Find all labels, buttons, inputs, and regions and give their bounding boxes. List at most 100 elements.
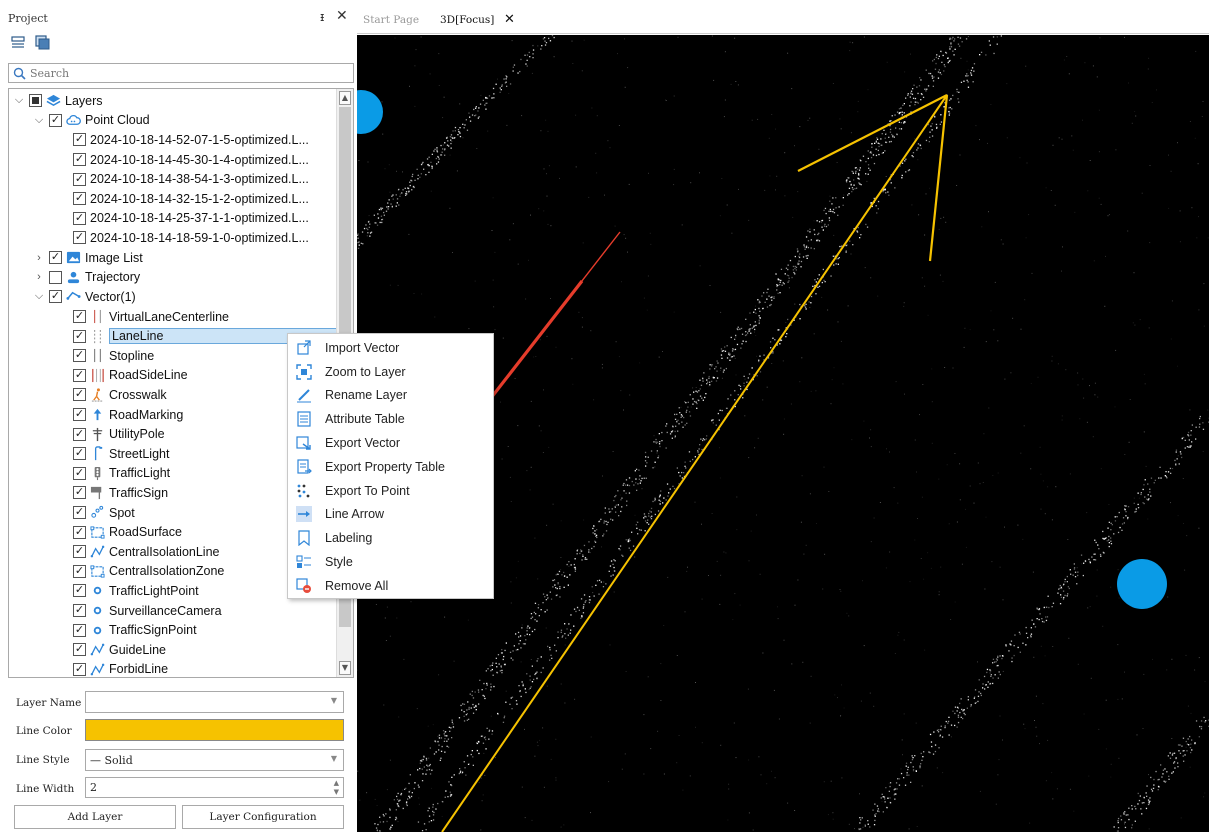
tree-node-vector[interactable]: ⌵ ✓ Vector(1)	[33, 287, 136, 307]
blue-marker-left[interactable]	[357, 90, 383, 134]
vector-layer-item[interactable]: ✓ RoadMarking	[73, 405, 183, 425]
vector-layer-item[interactable]: ✓ RoadSurface	[73, 522, 182, 542]
tree-root-layers[interactable]: ⌵ Layers	[13, 91, 103, 111]
pin-icon[interactable]: ᵻ	[320, 10, 324, 24]
item-checkbox[interactable]: ✓	[73, 192, 86, 206]
vector-layer-item[interactable]: ✓ VirtualLaneCenterline	[73, 307, 229, 327]
vector-layer-item[interactable]: ✓ CentralIsolationZone	[73, 562, 224, 582]
point-cloud-item[interactable]: ✓ 2024-10-18-14-32-15-1-2-optimized.L...	[73, 189, 309, 209]
search-input[interactable]: Search	[8, 63, 354, 83]
collapse-chevron-icon[interactable]: ⌵	[33, 290, 45, 303]
vector-layer-item[interactable]: ✓ ForbidLine	[73, 660, 169, 677]
point-cloud-item[interactable]: ✓ 2024-10-18-14-25-37-1-1-optimized.L...	[73, 209, 309, 229]
tree-label: ForbidLine	[109, 662, 169, 677]
expand-chevron-icon[interactable]: ›	[33, 252, 45, 264]
vector-layer-item[interactable]: ✓ Spot	[73, 503, 135, 523]
menu-item-line-arrow[interactable]: Line Arrow	[288, 503, 493, 527]
point-cloud-item[interactable]: ✓ 2024-10-18-14-52-07-1-5-optimized.L...	[73, 130, 309, 150]
item-checkbox[interactable]: ✓	[73, 231, 86, 245]
menu-item-zoom-to-layer[interactable]: Zoom to Layer	[288, 360, 493, 384]
item-checkbox[interactable]: ✓	[73, 310, 86, 324]
spin-arrows-icon[interactable]: ▲ ▼	[334, 779, 339, 797]
scroll-up-icon[interactable]: ▲	[339, 91, 351, 105]
vector-layer-item[interactable]: ✓ Stopline	[73, 346, 154, 366]
vector-layer-item[interactable]: ✓ TrafficSign	[73, 483, 168, 503]
menu-item-export-property-table[interactable]: Export Property Table	[288, 455, 493, 479]
item-checkbox[interactable]: ✓	[73, 388, 86, 402]
vector-checkbox[interactable]: ✓	[49, 290, 62, 304]
collapse-chevron-icon[interactable]: ⌵	[33, 114, 45, 127]
item-checkbox[interactable]: ✓	[73, 486, 86, 500]
layer-configuration-button[interactable]: Layer Configuration	[182, 805, 344, 829]
item-checkbox[interactable]: ✓	[73, 427, 86, 441]
menu-item-attribute-table[interactable]: Attribute Table	[288, 407, 493, 431]
expand-chevron-icon[interactable]: ›	[33, 271, 45, 283]
vector-layer-item[interactable]: ✓ GuideLine	[73, 640, 166, 660]
collapse-chevron-icon[interactable]: ⌵	[13, 94, 25, 107]
lane-line-vector[interactable]	[441, 94, 948, 832]
item-checkbox[interactable]: ✓	[73, 545, 86, 559]
point-cloud-item[interactable]: ✓ 2024-10-18-14-38-54-1-3-optimized.L...	[73, 169, 309, 189]
vector-layer-item[interactable]: ✓ RoadSideLine	[73, 366, 188, 386]
export-table-icon	[297, 459, 312, 474]
tree-node-point-cloud[interactable]: ⌵ ✓ Point Cloud	[33, 111, 150, 131]
item-checkbox[interactable]: ✓	[73, 584, 86, 598]
item-checkbox[interactable]: ✓	[73, 447, 86, 461]
item-checkbox[interactable]: ✓	[73, 172, 86, 186]
close-tab-icon[interactable]: ✕	[504, 12, 515, 27]
tab-start-page[interactable]: Start Page	[363, 14, 419, 26]
item-checkbox[interactable]: ✓	[73, 349, 86, 363]
scroll-down-icon[interactable]: ▼	[339, 661, 351, 675]
item-checkbox[interactable]: ✓	[73, 525, 86, 539]
menu-item-export-vector[interactable]: Export Vector	[288, 431, 493, 455]
tab-3d-focus[interactable]: 3D[Focus]	[440, 14, 494, 26]
window-icon[interactable]	[34, 34, 50, 50]
menu-item-rename-layer[interactable]: Rename Layer	[288, 384, 493, 408]
point-cloud-checkbox[interactable]: ✓	[49, 113, 62, 127]
point-cloud-item[interactable]: ✓ 2024-10-18-14-18-59-1-0-optimized.L...	[73, 228, 309, 248]
item-checkbox[interactable]: ✓	[73, 408, 86, 422]
point-cloud-item[interactable]: ✓ 2024-10-18-14-45-30-1-4-optimized.L...	[73, 150, 309, 170]
menu-item-export-to-point[interactable]: Export To Point	[288, 479, 493, 503]
tree-label: GuideLine	[109, 642, 166, 657]
line-style-label: Line Style	[16, 754, 70, 766]
blue-marker-right[interactable]	[1117, 559, 1167, 609]
vector-layer-item[interactable]: ✓ TrafficLight	[73, 464, 170, 484]
trajectory-checkbox[interactable]	[49, 270, 62, 284]
vector-layer-item[interactable]: ✓ TrafficLightPoint	[73, 581, 199, 601]
image-list-checkbox[interactable]: ✓	[49, 251, 62, 265]
item-checkbox[interactable]: ✓	[73, 133, 86, 147]
layers-checkbox[interactable]	[29, 94, 42, 108]
vector-layer-item[interactable]: ✓ UtilityPole	[73, 424, 165, 444]
tree-label: Point Cloud	[85, 113, 150, 128]
vector-layer-item[interactable]: ✓ TrafficSignPoint	[73, 620, 197, 640]
vector-layer-item[interactable]: ✓ SurveillanceCamera	[73, 601, 222, 621]
item-checkbox[interactable]: ✓	[73, 604, 86, 618]
item-checkbox[interactable]: ✓	[73, 643, 86, 657]
layers-stack-icon[interactable]	[10, 34, 26, 50]
item-checkbox[interactable]: ✓	[73, 368, 86, 382]
item-checkbox[interactable]: ✓	[73, 564, 86, 578]
line-style-select[interactable]: — Solid ▼	[85, 749, 344, 771]
line-color-swatch[interactable]	[85, 719, 344, 741]
item-checkbox[interactable]: ✓	[73, 466, 86, 480]
vector-layer-item[interactable]: ✓ StreetLight	[73, 444, 169, 464]
layer-name-select[interactable]: ▼	[85, 691, 344, 713]
item-checkbox[interactable]: ✓	[73, 662, 86, 676]
tree-node-image-list[interactable]: › ✓ Image List	[33, 248, 143, 268]
item-checkbox[interactable]: ✓	[73, 329, 86, 343]
menu-item-remove-all[interactable]: Remove All	[288, 574, 493, 598]
menu-item-import-vector[interactable]: Import Vector	[288, 336, 493, 360]
add-layer-button[interactable]: Add Layer	[14, 805, 176, 829]
item-checkbox[interactable]: ✓	[73, 506, 86, 520]
vector-layer-item[interactable]: ✓ Crosswalk	[73, 385, 167, 405]
menu-item-labeling[interactable]: Labeling	[288, 526, 493, 550]
item-checkbox[interactable]: ✓	[73, 623, 86, 637]
line-width-stepper[interactable]: 2 ▲ ▼	[85, 777, 344, 798]
close-panel-icon[interactable]: ✕	[336, 8, 348, 24]
vector-layer-item[interactable]: ✓ CentralIsolationLine	[73, 542, 220, 562]
item-checkbox[interactable]: ✓	[73, 211, 86, 225]
menu-item-style[interactable]: Style	[288, 550, 493, 574]
item-checkbox[interactable]: ✓	[73, 153, 86, 167]
tree-node-trajectory[interactable]: › Trajectory	[33, 268, 140, 288]
